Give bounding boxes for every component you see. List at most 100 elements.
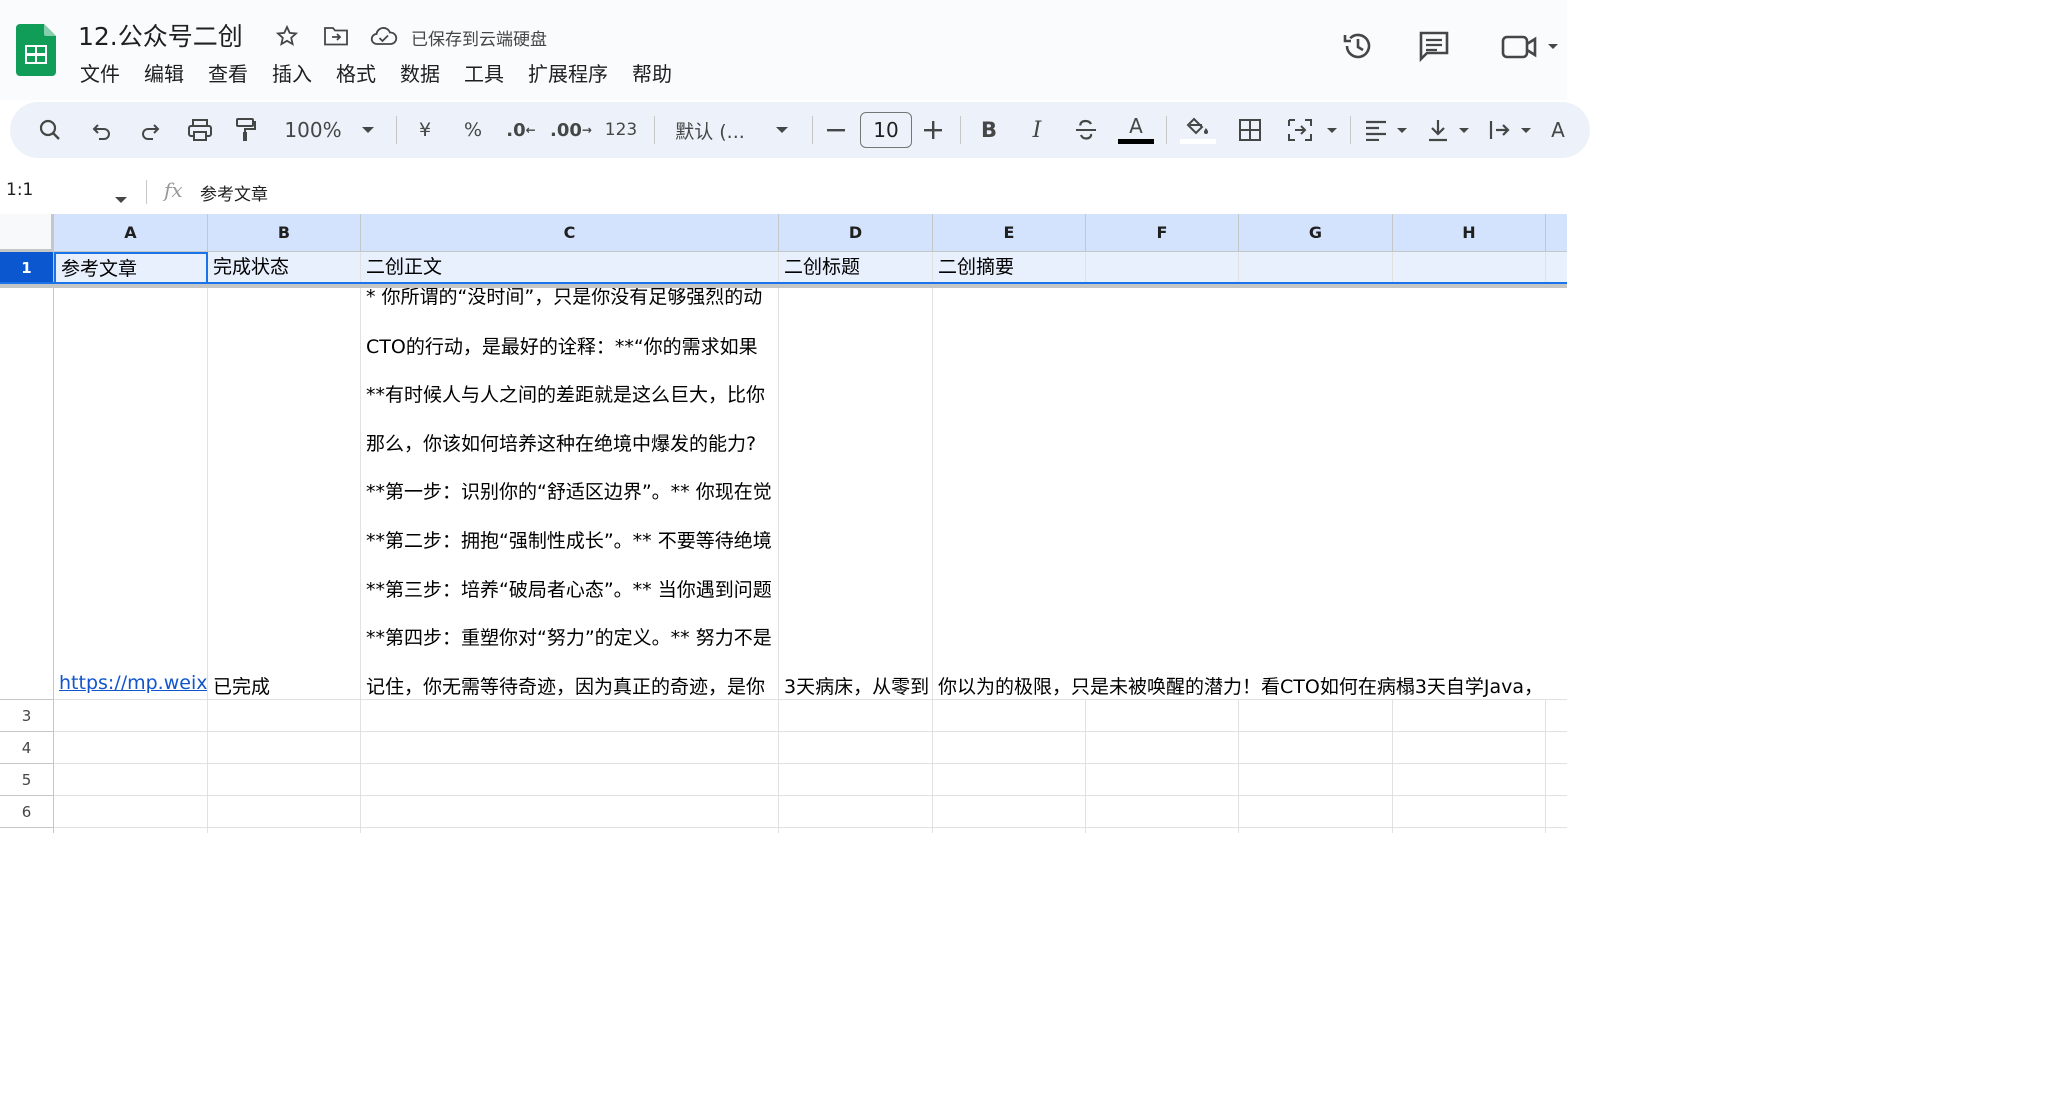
column-header-g[interactable]: G bbox=[1239, 214, 1393, 252]
number-format-button[interactable]: 123 bbox=[604, 102, 638, 158]
undo-icon[interactable] bbox=[88, 102, 116, 158]
cell-d1[interactable]: 二创标题 bbox=[779, 252, 933, 284]
cell-c2-line: CTO的行动，是最好的诠释：**“你的需求如果 bbox=[366, 336, 758, 358]
row-header-2[interactable] bbox=[0, 288, 54, 700]
valign-dropdown-icon[interactable] bbox=[1456, 102, 1472, 158]
menu-extensions[interactable]: 扩展程序 bbox=[528, 58, 608, 87]
font-size-input[interactable]: 10 bbox=[860, 112, 912, 148]
column-header-i[interactable] bbox=[1546, 214, 1567, 252]
increase-decimal-button[interactable]: .00 → bbox=[550, 102, 592, 158]
cell-c2-line: **第三步：培养“破局者心态”。** 当你遇到问题 bbox=[366, 579, 772, 601]
name-box[interactable]: 1:1 bbox=[6, 180, 33, 200]
document-title[interactable]: 12.公众号二创 bbox=[78, 17, 243, 53]
cell-b2[interactable]: 已完成 bbox=[208, 288, 361, 700]
vertical-align-icon[interactable] bbox=[1424, 102, 1452, 158]
wrap-dropdown-icon[interactable] bbox=[1518, 102, 1534, 158]
toolbar-divider bbox=[960, 116, 961, 144]
meet-video-icon[interactable] bbox=[1498, 28, 1562, 64]
cell-c2-line: 记住，你无需等待奇迹，因为真正的奇迹，是你 bbox=[366, 676, 766, 698]
cell-h1[interactable] bbox=[1393, 252, 1546, 284]
zoom-select[interactable]: 100% bbox=[280, 102, 346, 158]
move-folder-icon[interactable] bbox=[322, 22, 350, 50]
cell-e2-text: 你以为的极限，只是未被唤醒的潜力！看CTO如何在病榻3天自学Java， bbox=[938, 676, 1544, 698]
strikethrough-icon[interactable] bbox=[1072, 102, 1100, 158]
column-header-e[interactable]: E bbox=[933, 214, 1086, 252]
cell-c1[interactable]: 二创正文 bbox=[361, 252, 779, 284]
menu-tools[interactable]: 工具 bbox=[464, 58, 504, 87]
overflow-spacer bbox=[1086, 668, 1087, 700]
cell-a2[interactable]: https://mp.weixin bbox=[54, 288, 208, 700]
font-size-increase-icon[interactable] bbox=[920, 102, 946, 158]
cell-a2-link[interactable]: https://mp.weixin bbox=[59, 672, 207, 694]
horizontal-align-icon[interactable] bbox=[1362, 102, 1390, 158]
column-header-f[interactable]: F bbox=[1086, 214, 1239, 252]
fill-color-swatch bbox=[1180, 138, 1216, 144]
borders-icon[interactable] bbox=[1236, 102, 1264, 158]
row-header-5[interactable]: 5 bbox=[0, 764, 54, 796]
search-menus-icon[interactable] bbox=[36, 102, 64, 158]
menu-insert[interactable]: 插入 bbox=[272, 58, 312, 87]
font-family-select[interactable]: 默认 (... bbox=[670, 102, 750, 158]
merge-dropdown-icon[interactable] bbox=[1324, 102, 1340, 158]
paint-format-icon[interactable] bbox=[232, 102, 260, 158]
select-all-corner[interactable] bbox=[0, 214, 54, 252]
print-icon[interactable] bbox=[185, 102, 215, 158]
cell-f1[interactable] bbox=[1086, 252, 1239, 284]
row-header-3[interactable]: 3 bbox=[0, 700, 54, 732]
zoom-dropdown-icon[interactable] bbox=[358, 102, 378, 158]
column-header-h[interactable]: H bbox=[1393, 214, 1546, 252]
column-header-c[interactable]: C bbox=[361, 214, 779, 252]
spreadsheet-grid: A B C D E F G H 1 参考文章 完成状态 二创正文 二创标题 二创… bbox=[0, 214, 1567, 833]
arrow-right-icon: → bbox=[581, 123, 592, 137]
italic-icon[interactable]: I bbox=[1024, 102, 1050, 158]
toolbar-divider bbox=[812, 116, 813, 144]
redo-icon[interactable] bbox=[136, 102, 164, 158]
fill-color-icon[interactable] bbox=[1178, 102, 1218, 158]
increase-decimal-label: .00 bbox=[550, 119, 582, 141]
menu-edit[interactable]: 编辑 bbox=[144, 58, 184, 87]
bold-icon[interactable]: B bbox=[976, 102, 1002, 158]
empty-cell-gridlines[interactable] bbox=[54, 700, 1567, 833]
cell-g1[interactable] bbox=[1239, 252, 1393, 284]
menu-data[interactable]: 数据 bbox=[400, 58, 440, 87]
decrease-decimal-button[interactable]: .0 ← bbox=[506, 102, 536, 158]
menu-format[interactable]: 格式 bbox=[336, 58, 376, 87]
row-header-7[interactable] bbox=[0, 828, 54, 833]
cell-e1[interactable]: 二创摘要 bbox=[933, 252, 1086, 284]
version-history-icon[interactable] bbox=[1340, 28, 1376, 64]
percent-format-button[interactable]: % bbox=[460, 102, 486, 158]
comments-icon[interactable] bbox=[1416, 28, 1452, 64]
column-header-d[interactable]: D bbox=[779, 214, 933, 252]
row-header-6[interactable]: 6 bbox=[0, 796, 54, 828]
text-rotation-icon[interactable]: A bbox=[1548, 102, 1568, 158]
font-size-decrease-icon[interactable] bbox=[824, 102, 848, 158]
menu-help[interactable]: 帮助 bbox=[632, 58, 672, 87]
text-color-icon[interactable]: A bbox=[1116, 102, 1156, 158]
cell-d2-text: 3天病床，从零到 bbox=[784, 676, 930, 698]
cloud-saved-icon[interactable] bbox=[369, 22, 399, 50]
row-header-1[interactable]: 1 bbox=[0, 252, 54, 284]
text-wrapping-icon[interactable] bbox=[1486, 102, 1514, 158]
column-header-b[interactable]: B bbox=[208, 214, 361, 252]
cell-a1[interactable]: 参考文章 bbox=[54, 252, 208, 284]
sheets-logo-icon[interactable] bbox=[16, 24, 56, 76]
row-header-4[interactable]: 4 bbox=[0, 732, 54, 764]
menu-view[interactable]: 查看 bbox=[208, 58, 248, 87]
formula-input[interactable]: 参考文章 bbox=[200, 180, 268, 205]
align-dropdown-icon[interactable] bbox=[1394, 102, 1410, 158]
cell-b1[interactable]: 完成状态 bbox=[208, 252, 361, 284]
title-bar: 12.公众号二创 已保存到云端硬盘 文件 编辑 查看 插入 格式 数据 工具 扩… bbox=[0, 0, 1567, 100]
cell-i1[interactable] bbox=[1546, 252, 1567, 284]
menu-file[interactable]: 文件 bbox=[80, 58, 120, 87]
column-header-a[interactable]: A bbox=[54, 214, 208, 252]
name-box-dropdown-icon[interactable] bbox=[114, 189, 128, 208]
font-dropdown-icon[interactable] bbox=[772, 102, 792, 158]
toolbar: 100% ¥ % .0← .00→ 123 默认 (... 10 B I A bbox=[10, 102, 1590, 158]
cell-d2[interactable]: 3天病床，从零到 bbox=[779, 288, 933, 700]
text-color-letter-icon: A bbox=[1129, 114, 1143, 138]
cell-c2[interactable]: * 你所谓的“没时间”，只是你没有足够强烈的动 CTO的行动，是最好的诠释：**… bbox=[361, 288, 779, 700]
merge-cells-icon[interactable] bbox=[1286, 102, 1314, 158]
menu-bar: 文件 编辑 查看 插入 格式 数据 工具 扩展程序 帮助 bbox=[80, 58, 696, 87]
currency-format-button[interactable]: ¥ bbox=[414, 102, 436, 158]
star-icon[interactable] bbox=[274, 22, 300, 50]
